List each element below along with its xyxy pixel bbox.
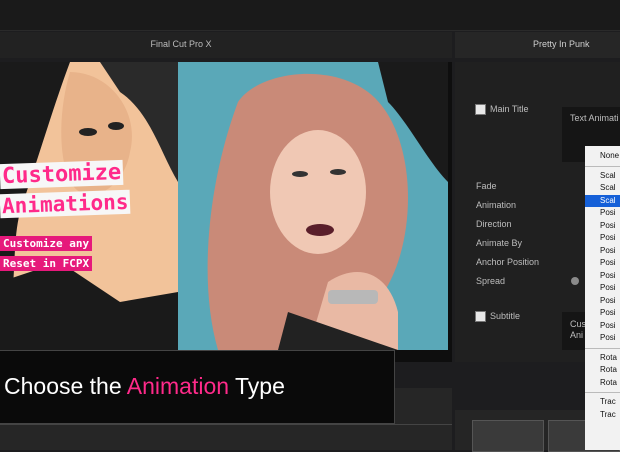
subtitle-text: Cus Ani [570, 319, 587, 340]
viewer-title-bar: Final Cut Pro X [0, 32, 452, 58]
dropdown-item[interactable]: Rota [585, 377, 620, 390]
dropdown-item[interactable]: Posi [585, 220, 620, 233]
dropdown-item[interactable]: Trac [585, 409, 620, 422]
text-animation-label: Text Animati [570, 113, 619, 123]
param-animation: Animation [476, 200, 517, 210]
caption-suffix: Type [229, 373, 285, 399]
portrait-photo-right [178, 62, 448, 350]
caption-text: Choose the Animation Type [4, 373, 285, 400]
dropdown-item[interactable]: Posi [585, 320, 620, 333]
window-title: Final Cut Pro X [150, 39, 212, 49]
inspector-title: Pretty In Punk [533, 39, 590, 49]
dropdown-item[interactable]: Scal [585, 170, 620, 183]
main-title-checkbox[interactable] [475, 104, 486, 115]
subtitle-label: Subtitle [490, 311, 521, 321]
subtitle-checkbox[interactable] [475, 311, 486, 322]
spread-slider-knob[interactable] [571, 277, 579, 285]
dropdown-item[interactable]: Posi [585, 307, 620, 320]
app-top-toolbar [0, 0, 620, 31]
dropdown-item[interactable]: Posi [585, 282, 620, 295]
dropdown-item[interactable]: Posi [585, 245, 620, 258]
caption-prefix: Choose the [4, 373, 127, 399]
main-title-label: Main Title [490, 104, 529, 114]
caption-highlight: Animation [126, 373, 230, 399]
video-frame-right [178, 62, 448, 350]
overlay-subtitle-line2: Reset in FCPX [0, 256, 93, 271]
dropdown-separator [585, 392, 620, 393]
overlay-title-line1: Customize [0, 159, 124, 190]
dropdown-item[interactable]: Scal [585, 194, 620, 207]
param-fade: Fade [476, 181, 497, 191]
animation-dropdown-menu[interactable]: None Scal Scal Scal Posi Posi Posi Posi Posi Pos… [585, 146, 620, 450]
dropdown-item[interactable]: Posi [585, 332, 620, 345]
dropdown-separator [585, 165, 620, 167]
dropdown-item[interactable]: None [585, 150, 620, 163]
dropdown-item[interactable]: Scal [585, 182, 620, 195]
dropdown-group-scale-position: Scal Scal Scal Posi Posi Posi Posi Posi Posi Posi… [585, 170, 620, 345]
dropdown-group-track: Trac Trac [585, 396, 620, 421]
dropdown-group-none: None [585, 150, 620, 163]
dropdown-item[interactable]: Rota [585, 364, 620, 377]
dropdown-item[interactable]: Posi [585, 232, 620, 245]
param-anchor-position: Anchor Position [476, 257, 540, 267]
dropdown-group-rotate: Rota Rota Rota [585, 352, 620, 390]
caption-banner: Choose the Animation Type [0, 350, 395, 424]
dropdown-item[interactable]: Posi [585, 257, 620, 270]
overlay-subtitle-line1: Customize any [0, 236, 93, 251]
dropdown-item[interactable]: Posi [585, 270, 620, 283]
overlay-title-line2: Animations [0, 189, 131, 219]
video-frame-left: Customize Animations Customize any Reset… [0, 62, 178, 350]
timeline-ruler[interactable] [0, 424, 452, 433]
thumbnail-1[interactable] [472, 420, 544, 452]
dropdown-item[interactable]: Posi [585, 295, 620, 308]
dropdown-item[interactable]: Rota [585, 352, 620, 365]
dropdown-separator [585, 347, 620, 349]
inspector-header: Pretty In Punk [455, 32, 620, 58]
param-direction: Direction [476, 219, 512, 229]
dropdown-item[interactable]: Trac [585, 396, 620, 409]
param-animate-by: Animate By [476, 238, 523, 248]
param-spread: Spread [476, 276, 506, 286]
dropdown-item[interactable]: Posi [585, 207, 620, 220]
